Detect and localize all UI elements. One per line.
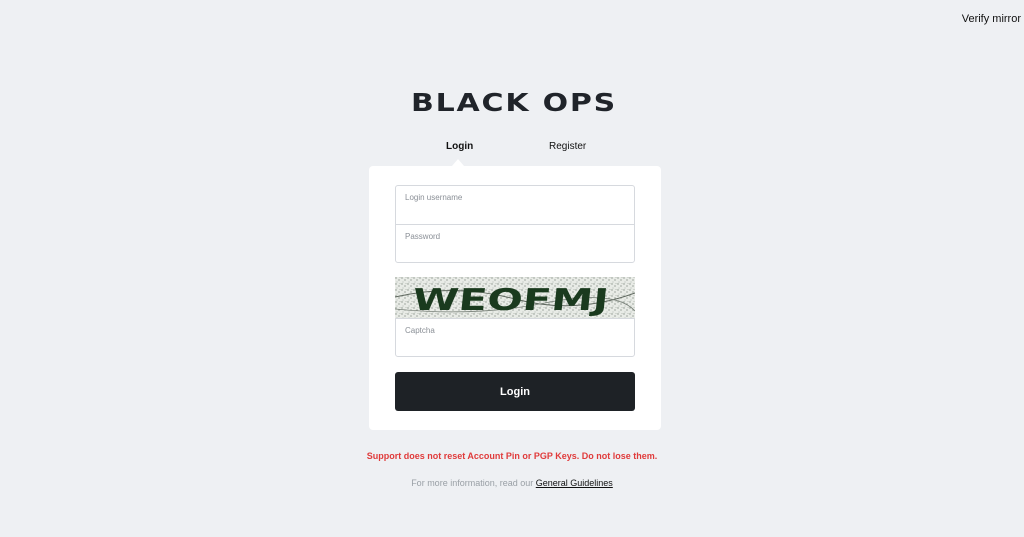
captcha-group: Captcha xyxy=(395,318,635,357)
username-input[interactable] xyxy=(404,206,626,220)
logo-text: BLACK OPS xyxy=(411,89,617,115)
username-field: Login username xyxy=(396,186,634,224)
captcha-image: WEOFMJ xyxy=(395,277,635,319)
captcha-text: WEOFMJ xyxy=(411,283,611,318)
login-page: Verify mirror BLACK OPS Login Register L… xyxy=(0,0,1024,537)
info-text: For more information, read our General G… xyxy=(0,478,1024,488)
password-label: Password xyxy=(405,232,441,241)
tab-register[interactable]: Register xyxy=(549,141,586,152)
support-warning: Support does not reset Account Pin or PG… xyxy=(366,451,658,461)
captcha-label: Captcha xyxy=(405,326,435,335)
login-card: Login username Password WEOFMJ Captcha L… xyxy=(369,166,661,430)
general-guidelines-link[interactable]: General Guidelines xyxy=(536,478,613,488)
password-field: Password xyxy=(396,224,634,262)
verify-mirror-link[interactable]: Verify mirror xyxy=(962,13,1021,25)
info-prefix: For more information, read our xyxy=(411,478,534,488)
captcha-field: Captcha xyxy=(396,319,634,357)
password-input[interactable] xyxy=(404,244,626,258)
credentials-group: Login username Password xyxy=(395,185,635,263)
active-tab-indicator xyxy=(452,159,464,166)
black-ops-logo: BLACK OPS xyxy=(411,89,619,115)
captcha-input[interactable] xyxy=(404,339,626,353)
username-label: Login username xyxy=(405,193,463,202)
login-button[interactable]: Login xyxy=(395,372,635,411)
tab-login[interactable]: Login xyxy=(446,141,473,152)
auth-tabs: Login Register xyxy=(369,141,661,166)
